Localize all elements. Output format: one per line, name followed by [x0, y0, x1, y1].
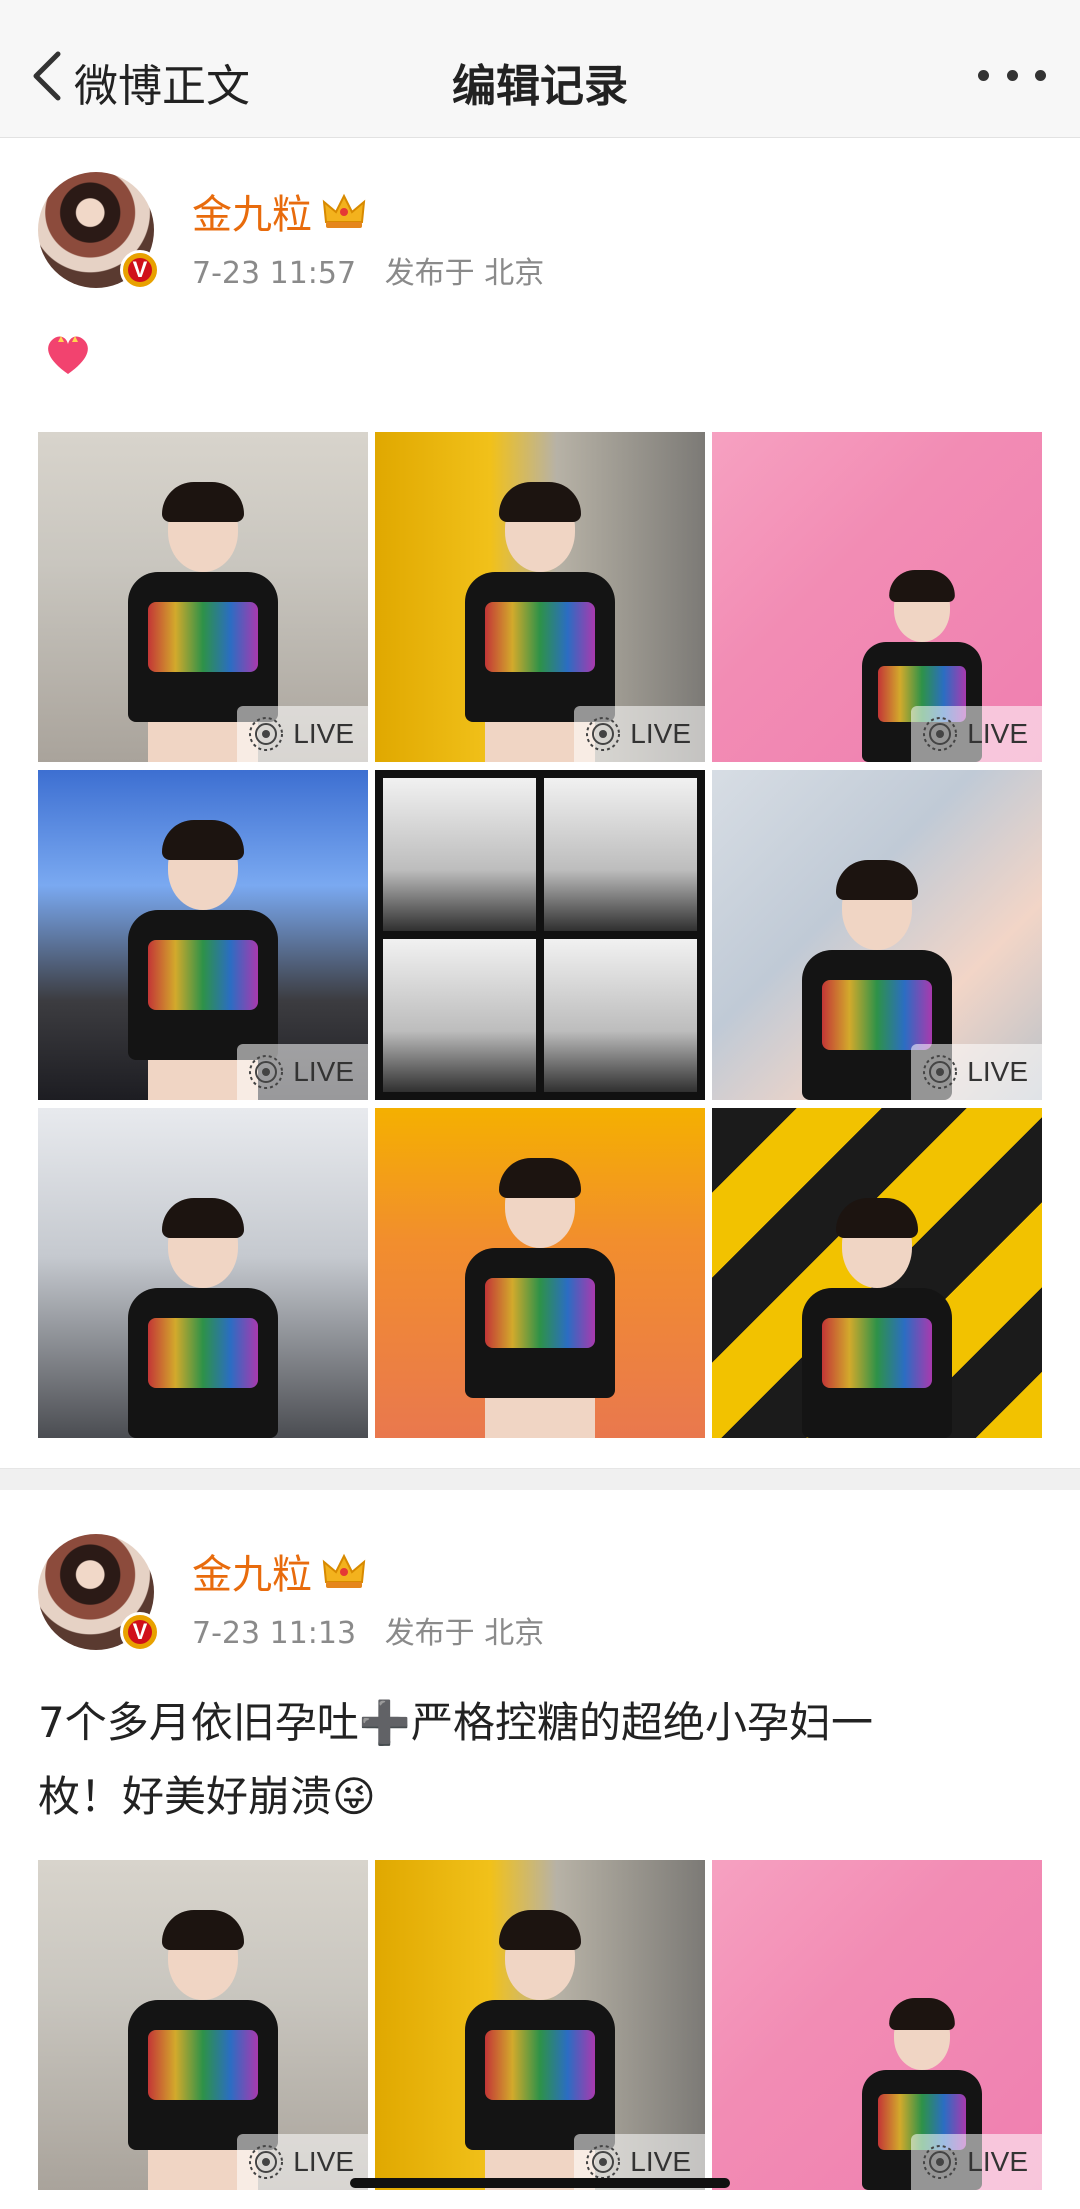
page-title: 编辑记录	[452, 61, 628, 112]
username-text[interactable]: 金九粒	[192, 1542, 312, 1600]
live-photo-icon	[249, 1055, 284, 1089]
crown-icon	[322, 193, 366, 228]
verified-badge-icon: V	[120, 1612, 160, 1652]
photo-thumbnail[interactable]: LIVE	[712, 1860, 1042, 2190]
dot-icon	[1035, 69, 1046, 81]
heart-emoji-icon	[48, 336, 88, 374]
live-badge: LIVE	[237, 2134, 368, 2190]
live-photo-icon	[923, 1055, 958, 1089]
live-photo-icon	[249, 2145, 284, 2179]
top-nav-bar: 微博正文 编辑记录	[0, 0, 1080, 138]
photo-thumbnail[interactable]	[712, 1108, 1042, 1438]
verified-badge-icon: V	[120, 250, 160, 290]
live-photo-icon	[923, 717, 958, 751]
dot-icon	[978, 69, 989, 81]
photo-subject	[128, 1198, 278, 1438]
live-photo-icon	[586, 717, 621, 751]
live-photo-icon	[249, 717, 284, 751]
home-indicator[interactable]	[350, 2178, 730, 2188]
post-location: 发布于 北京	[384, 1616, 545, 1651]
post-location: 发布于 北京	[384, 256, 545, 291]
photo-thumbnail[interactable]: LIVE	[38, 770, 368, 1100]
photo-subject	[802, 1198, 952, 1438]
post-text-line: 7个多月依旧孕吐➕严格控糖的超绝小孕妇一	[38, 1698, 874, 1747]
image-grid: LIVE LIVE LIVE LIVE LIVE	[38, 432, 1042, 1438]
photo-thumbnail[interactable]: LIVE	[38, 1860, 368, 2190]
dot-icon	[1006, 69, 1018, 81]
post-meta: 7-23 11:57 发布于 北京	[192, 248, 544, 292]
avatar[interactable]: V	[38, 172, 160, 290]
live-badge: LIVE	[237, 706, 368, 762]
photo-thumbnail[interactable]: LIVE	[38, 432, 368, 762]
photo-thumbnail[interactable]: LIVE	[375, 432, 705, 762]
photo-thumbnail[interactable]: LIVE	[712, 770, 1042, 1100]
username[interactable]: 金九粒	[192, 182, 366, 240]
live-badge: LIVE	[237, 1044, 368, 1100]
post-time: 7-23 11:57	[192, 256, 357, 291]
more-options-button[interactable]	[978, 62, 1046, 88]
photo-thumbnail[interactable]: LIVE	[375, 1860, 705, 2190]
live-badge: LIVE	[911, 1044, 1042, 1100]
image-grid: LIVE LIVE LIVE	[38, 1860, 1042, 2190]
photo-collage	[383, 778, 697, 1092]
live-photo-icon	[923, 2145, 958, 2179]
photo-thumbnail[interactable]: LIVE	[712, 432, 1042, 762]
username[interactable]: 金九粒	[192, 1542, 366, 1600]
live-badge: LIVE	[574, 706, 705, 762]
username-text[interactable]: 金九粒	[192, 182, 312, 240]
post-meta: 7-23 11:13 发布于 北京	[192, 1608, 544, 1652]
live-badge: LIVE	[911, 706, 1042, 762]
photo-thumbnail[interactable]	[38, 1108, 368, 1438]
photo-thumbnail[interactable]	[375, 1108, 705, 1438]
photo-thumbnail[interactable]	[375, 770, 705, 1100]
crown-icon	[322, 1553, 366, 1588]
post-text-line: 枚！好美好崩溃😜	[38, 1772, 376, 1821]
avatar[interactable]: V	[38, 1534, 160, 1652]
live-photo-icon	[586, 2145, 621, 2179]
post-divider	[0, 1468, 1080, 1490]
post-text: 7个多月依旧孕吐➕严格控糖的超绝小孕妇一 枚！好美好崩溃😜	[38, 1686, 1042, 1834]
post-time: 7-23 11:13	[192, 1616, 357, 1651]
live-badge: LIVE	[911, 2134, 1042, 2190]
photo-subject	[465, 1158, 615, 1438]
